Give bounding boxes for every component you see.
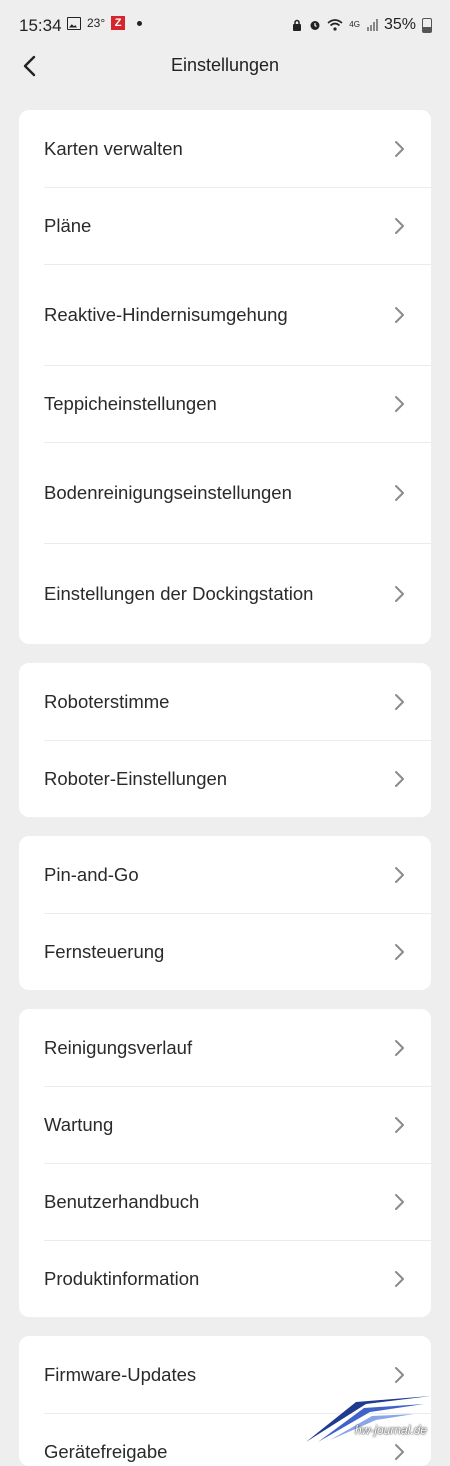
settings-item-cleaning-history[interactable]: Reinigungsverlauf — [19, 1009, 431, 1086]
settings-group-info: Reinigungsverlauf Wartung Benutzerhandbu… — [19, 1009, 431, 1317]
settings-item-label: Bodenreinigungseinstellungen — [44, 481, 292, 503]
chevron-right-icon — [393, 865, 407, 885]
status-left-icons: 23° Z — [67, 16, 143, 30]
chevron-right-icon — [393, 769, 407, 789]
settings-item-label: Pläne — [44, 214, 92, 236]
chevron-right-icon — [393, 305, 407, 325]
settings-item-label: Reaktive-Hindernisumgehung — [44, 303, 288, 325]
settings-item-plaene[interactable]: Pläne — [19, 187, 431, 264]
status-time: 15:34 — [19, 16, 62, 35]
settings-item-pin-and-go[interactable]: Pin-and-Go — [19, 836, 431, 913]
settings-item-floor-cleaning[interactable]: Bodenreinigungseinstellungen — [19, 442, 431, 543]
settings-item-label: Teppicheinstellungen — [44, 392, 217, 414]
chevron-right-icon — [393, 216, 407, 236]
chevron-right-icon — [393, 1365, 407, 1385]
settings-item-remote-control[interactable]: Fernsteuerung — [19, 913, 431, 990]
alarm-icon — [310, 21, 320, 30]
network-type: 4G — [349, 20, 360, 29]
watermark-text: hw-journal.de — [355, 1423, 428, 1437]
signal-icon — [366, 19, 378, 31]
settings-item-maintenance[interactable]: Wartung — [19, 1086, 431, 1163]
battery-icon — [422, 17, 432, 33]
z-badge-icon: Z — [111, 16, 126, 30]
settings-item-label: Einstellungen der Dockingstation — [44, 582, 314, 604]
settings-item-label: Gerätefreigabe — [44, 1440, 168, 1462]
chevron-right-icon — [393, 1115, 407, 1135]
settings-item-product-info[interactable]: Produktinformation — [19, 1240, 431, 1317]
chevron-right-icon — [393, 394, 407, 414]
settings-item-karten-verwalten[interactable]: Karten verwalten — [19, 110, 431, 187]
settings-group-map-cleaning: Karten verwalten Pläne Reaktive-Hinderni… — [19, 110, 431, 644]
settings-item-label: Firmware-Updates — [44, 1363, 197, 1385]
status-right-icons: 4G 35% — [291, 16, 432, 34]
chevron-right-icon — [393, 1038, 407, 1058]
settings-group-control: Pin-and-Go Fernsteuerung — [19, 836, 431, 990]
chevron-right-icon — [393, 692, 407, 712]
wifi-icon — [327, 19, 343, 31]
settings-item-robot-voice[interactable]: Roboterstimme — [19, 663, 431, 740]
notification-dot-icon — [137, 20, 143, 26]
app-bar: Einstellungen — [0, 40, 450, 90]
settings-item-robot-settings[interactable]: Roboter-Einstellungen — [19, 740, 431, 817]
chevron-right-icon — [393, 942, 407, 962]
settings-item-carpet-settings[interactable]: Teppicheinstellungen — [19, 365, 431, 442]
settings-item-label: Karten verwalten — [44, 137, 183, 159]
page-title: Einstellungen — [170, 55, 280, 75]
settings-item-label: Produktinformation — [44, 1267, 200, 1289]
chevron-right-icon — [393, 1192, 407, 1212]
settings-item-label: Roboterstimme — [44, 690, 170, 712]
settings-item-user-manual[interactable]: Benutzerhandbuch — [19, 1163, 431, 1240]
settings-item-label: Benutzerhandbuch — [44, 1190, 200, 1212]
settings-item-docking-station[interactable]: Einstellungen der Dockingstation — [19, 543, 431, 644]
chevron-right-icon — [393, 139, 407, 159]
settings-item-label: Fernsteuerung — [44, 940, 165, 962]
lock-icon — [293, 19, 302, 31]
chevron-right-icon — [393, 1442, 407, 1462]
settings-item-obstacle-avoidance[interactable]: Reaktive-Hindernisumgehung — [19, 264, 431, 365]
chevron-right-icon — [393, 483, 407, 503]
settings-item-label: Reinigungsverlauf — [44, 1036, 193, 1058]
chevron-right-icon — [393, 1269, 407, 1289]
gallery-icon — [67, 16, 81, 30]
settings-item-label: Pin-and-Go — [44, 863, 139, 885]
status-temperature: 23° — [87, 16, 106, 30]
battery-percent: 35% — [383, 16, 416, 33]
settings-item-label: Wartung — [44, 1113, 114, 1135]
chevron-right-icon — [393, 584, 407, 604]
settings-group-robot: Roboterstimme Roboter-Einstellungen — [19, 663, 431, 817]
settings-item-label: Roboter-Einstellungen — [44, 767, 228, 789]
